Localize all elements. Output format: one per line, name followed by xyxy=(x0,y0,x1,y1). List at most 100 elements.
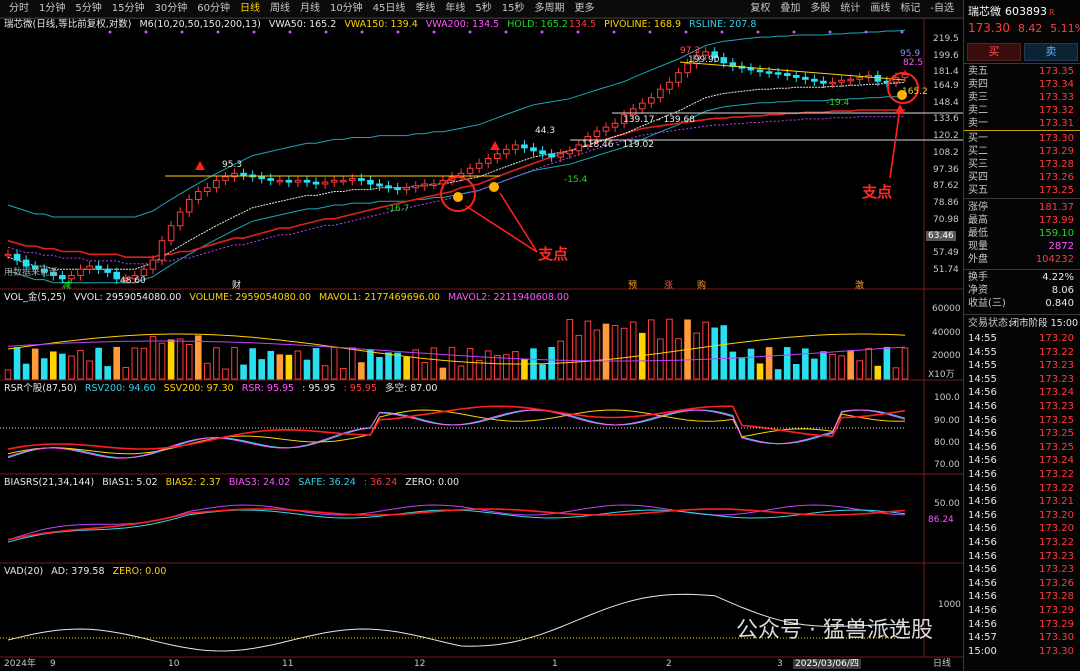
volume-bar xyxy=(883,346,891,380)
bids-row: 买四 173.26 xyxy=(968,172,1076,183)
candle-body xyxy=(566,150,574,155)
time-axis-label: 2024年 xyxy=(4,659,36,669)
volume-bar xyxy=(267,350,275,380)
volume-bar xyxy=(231,346,238,380)
row-label: 14:56 xyxy=(968,441,997,453)
row-label: 14:56 xyxy=(968,401,997,412)
row-label: 14:56 xyxy=(968,537,997,548)
buy-button[interactable]: 买 xyxy=(967,43,1021,61)
event-reduce[interactable]: 减 xyxy=(62,281,71,291)
price-axis-label: 87.62 xyxy=(933,181,959,191)
row-value: 173.25 xyxy=(1039,428,1074,440)
vol-axis-60000: 60000 xyxy=(932,304,961,314)
row-label: 14:56 xyxy=(968,482,997,494)
volume-bar xyxy=(276,354,284,380)
asks-row: 卖四 173.34 xyxy=(968,79,1076,90)
row-label: 现量 xyxy=(968,241,988,252)
row-value: 173.26 xyxy=(1039,172,1074,183)
volume-bar xyxy=(584,320,592,380)
volume-bar xyxy=(140,347,148,380)
volume-bar xyxy=(847,350,854,380)
bids-row: 买一 173.30 xyxy=(968,133,1076,144)
candle-body xyxy=(167,225,175,242)
rsr-axis-70: 70.00 xyxy=(934,460,960,470)
candle-body xyxy=(756,69,764,73)
candle-body xyxy=(430,183,438,187)
event-report[interactable]: 财 xyxy=(232,281,241,291)
rsr-axis-100: 100.0 xyxy=(934,393,960,403)
volume-bar xyxy=(40,358,48,380)
candle-body xyxy=(648,97,655,104)
rsr-info: RSR个股(87,50) RSV200: 94.60 SSV200: 97.30… xyxy=(4,383,442,395)
row-label: 卖三 xyxy=(968,92,988,103)
ticks-row: 14:56 173.29 xyxy=(968,605,1076,616)
volume-bar xyxy=(312,348,320,380)
candle-body xyxy=(258,176,265,180)
volume-bar xyxy=(339,367,347,380)
volume-bar xyxy=(158,342,166,380)
candle-body xyxy=(213,179,220,189)
asks-row: 卖三 173.33 xyxy=(968,92,1076,103)
volume-bar xyxy=(629,321,637,380)
volume-bar xyxy=(702,321,709,380)
trade-status: 交易状态: 闭市阶段 15:00 xyxy=(968,318,1078,329)
row-value: 173.25 xyxy=(1039,185,1074,196)
row-value: 173.20 xyxy=(1039,509,1074,521)
row-value: 173.23 xyxy=(1039,360,1074,372)
sell-button[interactable]: 卖 xyxy=(1024,43,1078,61)
period-indicator[interactable]: 日线 xyxy=(933,659,951,669)
volume-bar xyxy=(521,358,528,380)
row-label: 15:00 xyxy=(968,645,997,657)
row-value: 173.22 xyxy=(1039,537,1074,548)
volume-bar xyxy=(466,347,474,380)
row-label: 涨停 xyxy=(968,202,988,213)
rsr-value: RSR: 95.95 xyxy=(241,383,295,394)
vol-info: VOL_金(5,25) VVOL: 2959054080.00 VOLUME: … xyxy=(4,292,574,304)
row-label: 14:56 xyxy=(968,550,997,562)
candle-body xyxy=(675,72,682,83)
ticks-row: 14:56 173.25 xyxy=(968,415,1076,426)
divider xyxy=(964,314,1080,315)
row-label: 14:56 xyxy=(968,428,997,440)
row-value: 173.35 xyxy=(1039,66,1074,77)
candle-body xyxy=(349,178,356,181)
volume-bar xyxy=(566,318,574,380)
time-axis-label: 11 xyxy=(282,659,294,669)
hold2-value: 134.5 xyxy=(568,19,597,30)
volume-bar xyxy=(412,349,420,380)
candle-body xyxy=(901,74,909,78)
volume-bar xyxy=(729,351,737,380)
rsv200-line xyxy=(7,409,906,459)
bias3-value: BIAS3: 24.02 xyxy=(228,477,291,488)
price-axis-label: 78.86 xyxy=(933,198,959,208)
volume-bar xyxy=(249,348,256,380)
event-incentive[interactable]: 激 xyxy=(855,281,864,291)
event-forecast[interactable]: 预 xyxy=(628,281,637,291)
row-value: 2872 xyxy=(1048,241,1074,252)
row-label: 收益(三) xyxy=(968,298,1006,309)
volume-bar xyxy=(575,334,583,380)
row-label: 14:55 xyxy=(968,373,997,385)
volume-bar xyxy=(358,362,365,380)
candle-body xyxy=(421,183,429,187)
volume-bar xyxy=(176,338,184,380)
volume-bar xyxy=(204,362,211,380)
rsr-line xyxy=(7,409,906,459)
volume-bar xyxy=(774,369,782,380)
price-axis-label: 108.2 xyxy=(933,148,959,158)
rsr-v2: : 95.95 xyxy=(343,383,377,394)
candle-body xyxy=(720,57,728,64)
vwa150-value: VWA150: 139.4 xyxy=(344,19,418,30)
ticks-row: 14:56 173.23 xyxy=(968,564,1076,575)
volume-bar xyxy=(421,361,429,380)
volume-bar xyxy=(657,338,664,380)
pivot-annotation-1: 支点 xyxy=(538,245,569,263)
candle-body xyxy=(385,185,392,189)
candle-body xyxy=(312,181,320,185)
volume-bar xyxy=(720,325,728,380)
volume-bar xyxy=(711,327,719,380)
event-buyback[interactable]: 购 xyxy=(697,281,706,291)
event-limit-up[interactable]: 涨 xyxy=(664,281,673,291)
candle-body xyxy=(185,198,193,213)
volume-bar xyxy=(213,347,220,380)
